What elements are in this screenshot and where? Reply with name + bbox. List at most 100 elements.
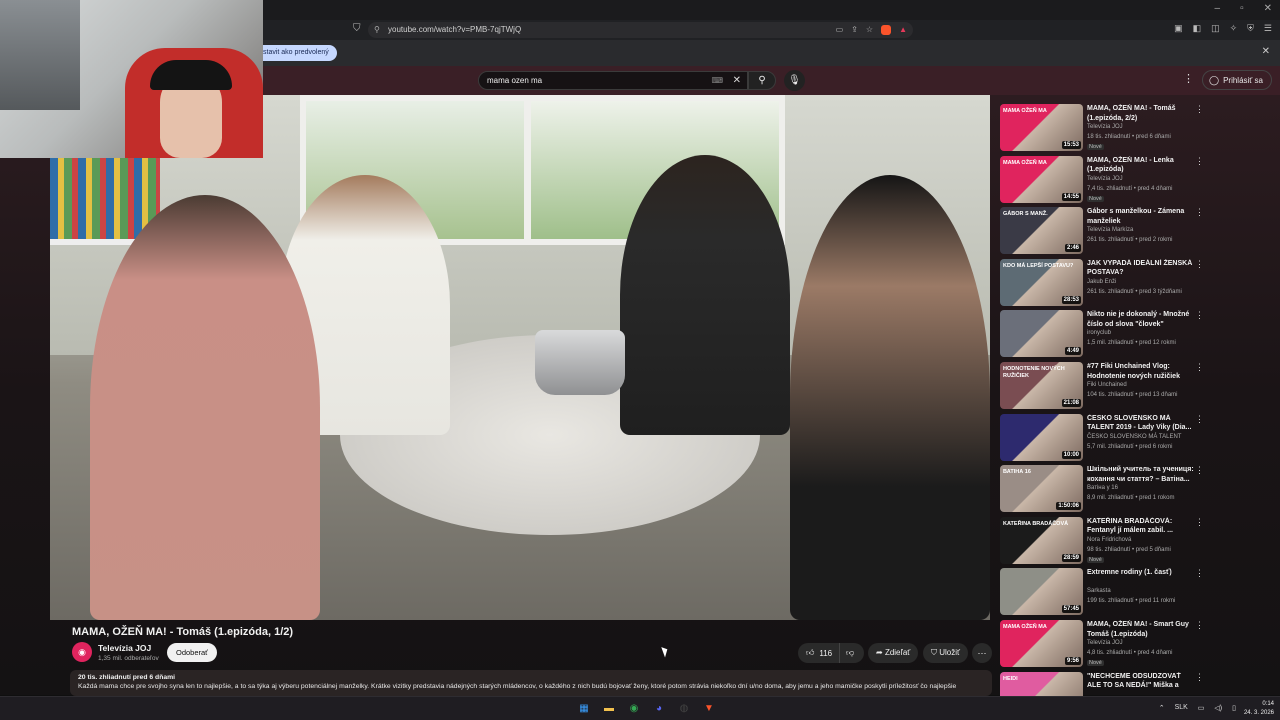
voice-search-button[interactable]: 🎙 [784,70,805,91]
recommendation-item[interactable]: GÁBOR S MANŽ. 2:46 Gábor s manželkou - Zám… [1000,207,1205,255]
clear-search-icon[interactable]: ✕ [733,72,741,90]
recommendation-title[interactable]: ČESKO SLOVENSKO MÁ TALENT 2019 - Lady Vi… [1087,414,1195,433]
recommendation-item[interactable]: 4:49 Nikto nie je dokonalý - Množné číslo… [1000,310,1205,358]
recommendation-title[interactable]: KATEŘINA BRADÁČOVÁ: Fentanyl jí málem za… [1087,517,1195,536]
keyboard-icon[interactable]: ⌨ [711,72,723,90]
item-menu-icon[interactable]: ⋮ [1195,207,1204,218]
video-thumbnail[interactable]: HODNOTENIE NOVÝCH RUŽIČIEK 21:08 [1000,362,1083,409]
recommendation-item[interactable]: MAMA OŽEŇ MA 14:55 MAMA, OŽEŇ MA! - Lenka … [1000,155,1205,204]
brave-rewards-icon[interactable]: ▲ [899,22,907,38]
video-thumbnail[interactable]: ВАТІНА 16 1:50:06 [1000,465,1083,513]
settings-menu-icon[interactable]: ⋮ [1183,72,1194,85]
brave-icon[interactable]: ▼ [701,701,717,717]
chrome-icon[interactable]: ◉ [626,701,642,717]
battery-icon[interactable]: ▯ [1232,704,1236,712]
brave-shields-icon[interactable] [881,25,892,35]
recommendation-title[interactable]: Nikto nie je dokonalý - Množné číslo od … [1087,310,1195,329]
clock[interactable]: 0:14 24. 3. 2026 [1244,700,1274,718]
close-icon[interactable]: ✕ [1262,46,1270,57]
url-field[interactable]: ⚲ youtube.com/watch?v=PMB-7qjTWjQ ▭ ⇪ ☆ … [368,22,913,38]
share-page-icon[interactable]: ⇪ [851,22,858,38]
item-menu-icon[interactable]: ⋮ [1195,517,1204,528]
recommendation-title[interactable]: JAK VYPADÁ IDEÁLNÍ ŽENSKÁ POSTAVA? [1087,259,1195,278]
video-thumbnail[interactable]: 10:00 [1000,413,1083,461]
recommendation-channel[interactable]: ironyclub [1087,330,1111,336]
recommendation-item[interactable]: MAMA OŽEŇ MA 15:53 MAMA, OŽEŇ MA! - Tomáš … [1000,104,1205,152]
recommendation-item[interactable]: ВАТІНА 16 1:50:06 Шкільний учитель та учен… [1000,465,1205,513]
video-thumbnail[interactable]: 57:45 [1000,568,1083,616]
obs-icon[interactable]: ◍ [676,701,692,717]
recommendation-channel[interactable]: Sarkasta [1087,588,1111,594]
lock-icon[interactable]: ⚲ [374,22,380,38]
like-button[interactable]: 👍︎ 116 [798,643,840,663]
video-thumbnail[interactable]: MAMA OŽEŇ MA 14:55 [1000,155,1083,203]
item-menu-icon[interactable]: ⋮ [1195,156,1204,167]
vpn-icon[interactable]: ⛨ [1247,23,1254,34]
channel-name[interactable]: Televízia JOJ [98,643,151,653]
video-thumbnail[interactable]: MAMA OŽEŇ MA 9:56 [1000,620,1083,667]
recommendation-channel[interactable]: Televízia JOJ [1087,124,1123,130]
recommendation-channel[interactable]: Ватіна у 16 [1087,485,1118,491]
video-player[interactable] [50,95,990,620]
recommendation-channel[interactable]: Nora Fridrichová [1087,537,1131,543]
maximize-icon[interactable]: ▫ [1240,3,1244,14]
star-icon[interactable]: ☆ [866,22,873,38]
item-menu-icon[interactable]: ⋮ [1195,672,1204,683]
minimize-icon[interactable]: – [1215,3,1221,14]
more-actions-button[interactable]: ⋯ [972,643,992,663]
recommendation-channel[interactable]: Televízia JOJ [1087,176,1123,182]
item-menu-icon[interactable]: ⋮ [1195,104,1204,115]
video-thumbnail[interactable]: KDO MÁ LEPŠÍ POSTAVU? 28:53 [1000,258,1083,306]
language-indicator[interactable]: SLK [1175,704,1188,712]
item-menu-icon[interactable]: ⋮ [1195,620,1204,631]
windows-start-icon[interactable]: ▦ [576,701,592,717]
browser-menu-icon[interactable]: ☰ [1264,23,1272,34]
channel-avatar[interactable]: ◉ [72,642,92,662]
chevron-up-icon[interactable]: ⌃ [1159,704,1165,712]
recommendation-channel[interactable]: Jakub Enži [1087,279,1116,285]
file-explorer-icon[interactable]: ▬ [601,701,617,717]
dislike-button[interactable]: 👎︎ [840,648,864,658]
recommendation-channel[interactable]: Televízia JOJ [1087,640,1123,646]
extensions-icon[interactable]: ◫ [1211,23,1220,34]
description-box[interactable]: 20 tis. zhliadnutí pred 6 dňami Každá ma… [70,670,992,696]
recommendation-item[interactable]: KDO MÁ LEPŠÍ POSTAVU? 28:53 JAK VYPADÁ IDE… [1000,258,1205,307]
video-thumbnail[interactable]: HEIDI [1000,671,1083,696]
volume-icon[interactable]: ◁) [1214,704,1222,712]
recommendation-title[interactable]: MAMA, OŽEŇ MA! - Lenka (1.epizóda) [1087,156,1195,175]
recommendation-item[interactable]: MAMA OŽEŇ MA 9:56 MAMA, OŽEŇ MA! - Smart G… [1000,620,1205,668]
leo-icon[interactable]: ✧ [1230,23,1238,34]
discord-icon[interactable]: ◕ [651,701,667,717]
close-icon[interactable]: ✕ [1264,3,1272,14]
subscribe-button[interactable]: Odoberať [167,643,217,662]
sidebar-toggle-icon[interactable]: ◧ [1193,23,1202,34]
recommendation-title[interactable]: Шкільний учитель та учениця: кохання чи … [1087,465,1195,484]
search-input[interactable]: mama ozen ma ⌨ ✕ [478,71,748,90]
wallet-icon[interactable]: ▣ [1174,23,1183,34]
recommendation-channel[interactable]: Televízia Markíza [1087,227,1133,233]
set-default-button[interactable]: stavit ako predvolený [255,45,337,61]
recommendation-channel[interactable]: ČESKO SLOVENSKO MÁ TALENT [1087,434,1181,440]
save-button[interactable]: ⛉ Uložiť [923,643,969,663]
recommendation-title[interactable]: Gábor s manželkou - Zámena manželiek [1087,207,1195,226]
video-thumbnail[interactable]: MAMA OŽEŇ MA 15:53 [1000,104,1083,151]
bookmark-icon[interactable]: ⛉ [353,23,361,34]
recommendation-title[interactable]: "NECHCEME ODSUDZOVAŤ ALE TO SA NEDÁ!" Mi… [1087,672,1195,692]
item-menu-icon[interactable]: ⋮ [1195,465,1204,476]
recommendation-title[interactable]: MAMA, OŽEŇ MA! - Tomáš (1.epizóda, 2/2) [1087,104,1195,123]
recommendation-item[interactable]: 57:45 Extremne rodiny (1. časť) Sarkasta 19… [1000,568,1205,616]
video-thumbnail[interactable]: GÁBOR S MANŽ. 2:46 [1000,207,1083,255]
network-icon[interactable]: ▭ [1198,704,1205,712]
search-button[interactable]: ⚲ [748,71,776,90]
video-thumbnail[interactable]: 4:49 [1000,310,1083,358]
recommendation-item[interactable]: HODNOTENIE NOVÝCH RUŽIČIEK 21:08 #77 Fiki … [1000,362,1205,410]
recommendation-title[interactable]: Extremne rodiny (1. časť) [1087,568,1195,578]
share-button[interactable]: ➦ Zdieľať [868,643,919,663]
video-thumbnail[interactable]: KATEŘINA BRADÁČOVÁ 28:59 [1000,516,1083,564]
item-menu-icon[interactable]: ⋮ [1195,362,1204,373]
recommendation-item[interactable]: 10:00 ČESKO SLOVENSKO MÁ TALENT 2019 - La… [1000,413,1205,462]
item-menu-icon[interactable]: ⋮ [1195,310,1204,321]
cast-icon[interactable]: ▭ [836,22,844,38]
item-menu-icon[interactable]: ⋮ [1195,568,1204,579]
sign-in-button[interactable]: ◯ Prihlásiť sa [1202,70,1272,90]
